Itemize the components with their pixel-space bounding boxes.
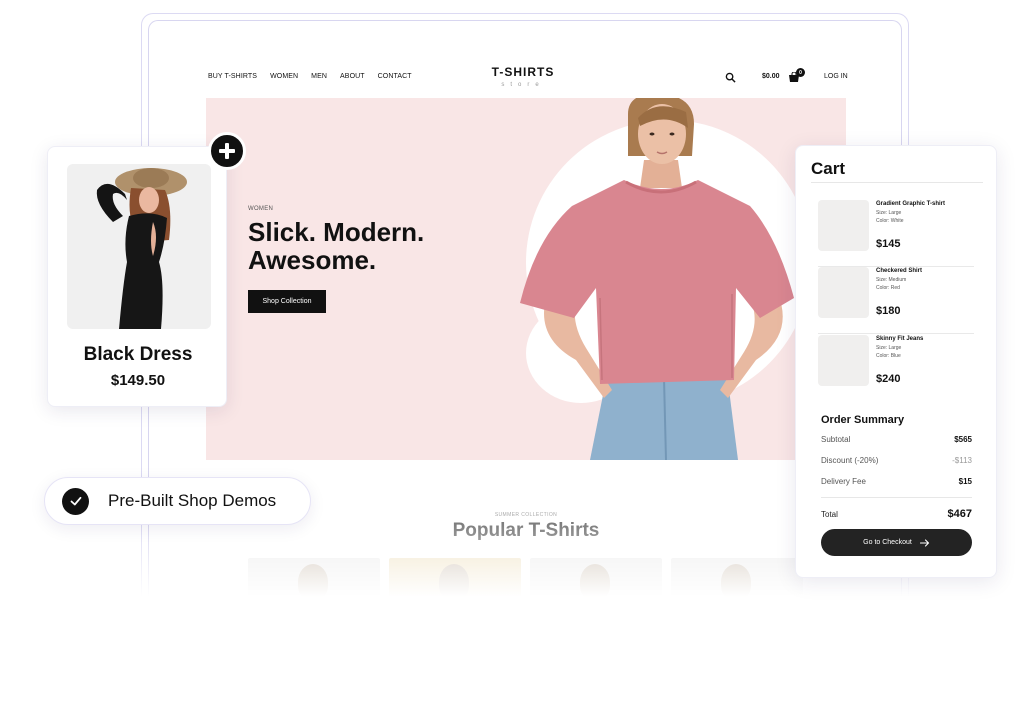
product-thumbnail[interactable]	[248, 558, 380, 598]
divider	[821, 497, 972, 498]
cart-item-color: Color: White	[876, 218, 904, 224]
product-name: Black Dress	[83, 344, 193, 365]
subtotal-label: Subtotal	[821, 435, 851, 444]
feature-badge: Pre-Built Shop Demos	[44, 477, 311, 525]
order-summary-title: Order Summary	[821, 414, 905, 426]
add-to-cart-button[interactable]	[208, 132, 246, 170]
cart-item[interactable]: Checkered Shirt Size: Medium Color: Red …	[818, 267, 974, 334]
plus-icon	[219, 143, 235, 159]
cart-item-size: Size: Medium	[876, 277, 907, 283]
discount-label: Discount (-20%)	[821, 456, 879, 465]
dress-model-illustration	[96, 168, 187, 329]
delivery-row: Delivery Fee $15	[821, 477, 972, 486]
cart-item-size: Size: Large	[876, 345, 902, 351]
cart-item-image	[818, 335, 869, 386]
arrow-right-icon	[919, 538, 929, 547]
check-icon	[62, 487, 89, 515]
nav-link-women[interactable]: WOMEN	[270, 73, 298, 80]
product-image	[67, 164, 211, 329]
popular-kicker: SUMMER COLLECTION	[494, 512, 558, 518]
cart-item-price: $180	[876, 305, 901, 317]
discount-value: -$113	[952, 456, 972, 465]
cart-panel: Cart Gradient Graphic T-shirt Size: Larg…	[795, 145, 997, 578]
hero-title: Slick. Modern. Awesome.	[248, 217, 425, 275]
feature-badge-label: Pre-Built Shop Demos	[108, 491, 277, 510]
store-logo[interactable]: T-SHIRTS	[480, 65, 566, 79]
cart-item-color: Color: Red	[876, 285, 900, 291]
hero-model-image	[520, 98, 794, 460]
cart-item[interactable]: Skinny Fit Jeans Size: Large Color: Blue…	[818, 335, 974, 402]
cart-item-color: Color: Blue	[876, 353, 901, 359]
cart-count-badge: 0	[796, 68, 805, 77]
product-thumbnails	[248, 558, 803, 598]
cart-item-image	[818, 200, 869, 251]
total-value: $467	[947, 508, 972, 520]
product-price: $149.50	[110, 372, 166, 389]
checkout-button-label: Go to Checkout	[863, 539, 912, 546]
cart-item-name: Gradient Graphic T-shirt	[876, 201, 946, 207]
search-icon[interactable]	[725, 72, 736, 83]
checkout-button[interactable]: Go to Checkout	[821, 529, 972, 556]
product-thumbnail[interactable]	[389, 558, 521, 598]
nav-link-buy-tshirts[interactable]: BUY T-SHIRTS	[208, 73, 257, 80]
cart-item-name: Skinny Fit Jeans	[876, 336, 924, 342]
hero-kicker: WOMEN	[248, 206, 274, 212]
nav-link-men[interactable]: MEN	[311, 73, 327, 80]
shop-collection-button[interactable]: Shop Collection	[248, 290, 326, 313]
cart-item-price: $145	[876, 238, 901, 250]
product-card[interactable]: Black Dress $149.50	[47, 146, 227, 407]
login-link[interactable]: LOG IN	[824, 73, 848, 80]
product-thumbnail[interactable]	[671, 558, 803, 598]
cart-item-name: Checkered Shirt	[876, 268, 923, 274]
discount-row: Discount (-20%) -$113	[821, 456, 972, 465]
nav-link-contact[interactable]: CONTACT	[378, 73, 412, 80]
divider	[811, 182, 983, 183]
cart-item-size: Size: Large	[876, 210, 902, 216]
cart-item-price: $240	[876, 373, 901, 385]
total-label: Total	[821, 509, 838, 519]
cart-title: Cart	[811, 159, 846, 178]
total-row: Total $467	[821, 508, 972, 520]
delivery-value: $15	[958, 477, 972, 486]
subtotal-row: Subtotal $565	[821, 435, 972, 444]
delivery-label: Delivery Fee	[821, 477, 866, 486]
product-thumbnail[interactable]	[530, 558, 662, 598]
store-logo-subtitle: store	[501, 82, 545, 88]
subtotal-value: $565	[954, 435, 972, 444]
cart-item[interactable]: Gradient Graphic T-shirt Size: Large Col…	[818, 200, 974, 267]
popular-title: Popular T-Shirts	[452, 520, 600, 541]
main-nav: BUY T-SHIRTS WOMEN MEN ABOUT CONTACT	[208, 73, 412, 80]
cart-total: $0.00	[762, 73, 780, 80]
cart-item-image	[818, 267, 869, 318]
nav-link-about[interactable]: ABOUT	[340, 73, 365, 80]
